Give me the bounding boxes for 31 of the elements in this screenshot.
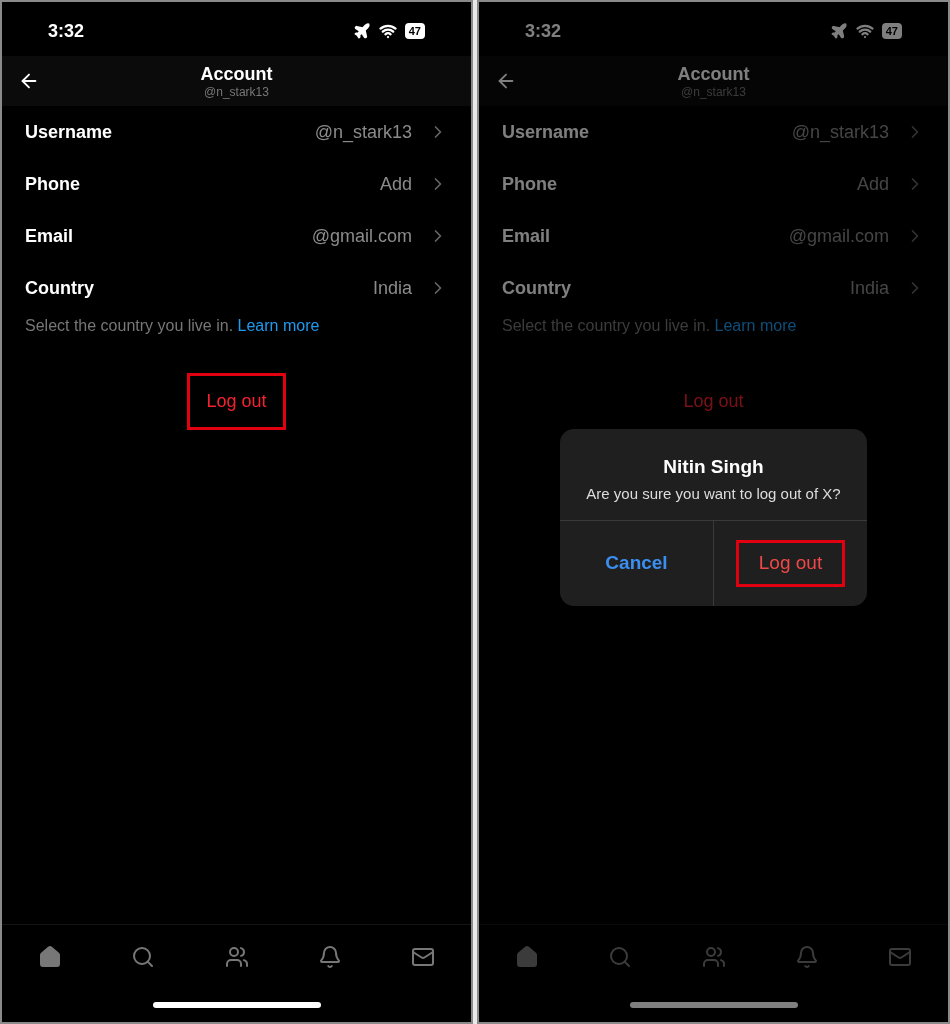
wifi-icon <box>855 22 874 40</box>
settings-row[interactable]: Country India <box>25 262 448 314</box>
confirm-log-out-button[interactable]: Log out <box>738 543 843 584</box>
settings-row[interactable]: Email @gmail.com <box>25 210 448 262</box>
dialog-message: Are you sure you want to log out of X? <box>586 483 841 504</box>
cancel-button[interactable]: Cancel <box>585 543 688 584</box>
settings-row[interactable]: Phone Add <box>25 158 448 210</box>
wifi-icon <box>378 22 397 40</box>
log-out-button[interactable]: Log out <box>190 376 283 427</box>
settings-row[interactable]: Phone Add <box>502 158 925 210</box>
settings-row[interactable]: Country India <box>502 262 925 314</box>
settings-row[interactable]: Email @gmail.com <box>502 210 925 262</box>
header-title: Account <box>677 63 750 85</box>
country-hint: Select the country you live in. Learn more <box>25 316 321 336</box>
airplane-icon <box>352 22 371 40</box>
search-icon[interactable] <box>131 944 156 969</box>
dialog-title: Nitin Singh <box>663 455 764 479</box>
country-hint: Select the country you live in. Learn more <box>502 316 798 336</box>
status-time: 3:32 <box>525 19 562 43</box>
people-icon[interactable] <box>224 944 249 969</box>
home-icon[interactable] <box>38 944 62 969</box>
header-title: Account <box>200 63 273 85</box>
header-subtitle: @n_stark13 <box>204 85 269 99</box>
battery-indicator: 47 <box>881 23 902 39</box>
status-time: 3:32 <box>48 19 85 43</box>
battery-indicator: 47 <box>404 23 425 39</box>
bell-icon[interactable] <box>317 944 342 969</box>
learn-more-link[interactable]: Learn more <box>237 317 320 334</box>
airplane-icon <box>829 22 848 40</box>
settings-row[interactable]: Username @n_stark13 <box>502 106 925 158</box>
settings-row[interactable]: Username @n_stark13 <box>25 106 448 158</box>
